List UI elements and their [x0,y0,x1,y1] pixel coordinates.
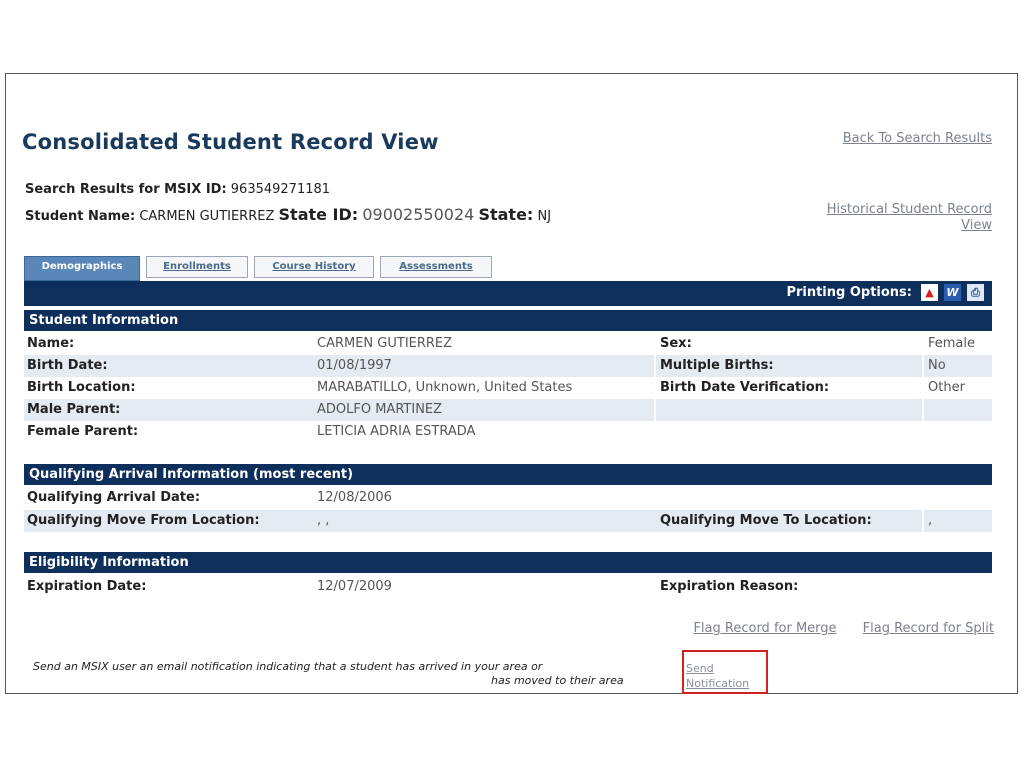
table-row: Qualifying Move From Location: , , Quali… [24,510,992,532]
female-parent-value: LETICIA ADRIA ESTRADA [317,424,476,439]
expiration-date-value: 12/07/2009 [317,579,392,594]
student-summary-line: Student Name: CARMEN GUTIERREZ State ID:… [25,205,551,224]
table-row: Female Parent: LETICIA ADRIA ESTRADA [24,421,992,443]
qualifying-arrival-header: Qualifying Arrival Information (most rec… [24,464,992,485]
notification-text-line1: Send an MSIX user an email notification … [33,660,543,673]
flag-record-for-split-link[interactable]: Flag Record for Split [863,621,994,636]
sex-value: Female [928,336,976,351]
search-results-line: Search Results for MSIX ID: 963549271181 [25,182,330,197]
name-value: CARMEN GUTIERREZ [317,336,453,351]
printing-options-label: Printing Options: [786,285,912,300]
pdf-icon[interactable]: ▲ [921,284,938,301]
word-icon[interactable]: W [944,284,961,301]
birth-date-value: 01/08/1997 [317,358,392,373]
back-to-search-results-link[interactable]: Back To Search Results [843,131,992,146]
table-row: Qualifying Arrival Date: 12/08/2006 [24,487,992,509]
multiple-births-label: Multiple Births: [660,358,774,373]
column-divider [922,510,924,532]
table-row: Male Parent: ADOLFO MARTINEZ [24,399,992,421]
flag-links: Flag Record for Merge Flag Record for Sp… [693,621,994,636]
send-link-line2: Notification [686,677,750,690]
birth-location-label: Birth Location: [27,380,136,395]
historical-student-record-link[interactable]: Historical Student Record View [792,202,992,234]
flag-record-for-merge-link[interactable]: Flag Record for Merge [693,621,836,636]
send-link-line1: Send [686,662,714,675]
male-parent-label: Male Parent: [27,402,121,417]
column-divider [654,399,656,421]
qualifying-arrival-date-label: Qualifying Arrival Date: [27,490,201,505]
tab-assessments[interactable]: Assessments [380,256,492,278]
table-row: Expiration Date: 12/07/2009 Expiration R… [24,576,992,598]
state-id-value: 09002550024 [362,205,475,224]
name-label: Name: [27,336,75,351]
page-title: Consolidated Student Record View [22,130,439,154]
historical-link-line1: Historical Student Record [826,202,992,217]
tab-enrollments[interactable]: Enrollments [146,256,248,278]
print-icon[interactable]: ⎙ [967,284,984,301]
move-to-location-label: Qualifying Move To Location: [660,513,872,528]
msix-id-value: 963549271181 [230,182,331,197]
student-information-header: Student Information [24,310,992,331]
state-id-label: State ID: [278,205,359,224]
printing-options-bar: Printing Options: ▲ W ⎙ [24,281,992,306]
expiration-date-label: Expiration Date: [27,579,147,594]
search-results-label: Search Results for MSIX ID: [25,182,227,197]
birth-location-value: MARABATILLO, Unknown, United States [317,380,573,395]
state-label: State: [478,205,534,224]
female-parent-label: Female Parent: [27,424,139,439]
expiration-reason-label: Expiration Reason: [660,579,799,594]
birth-date-verification-value: Other [928,380,965,395]
move-to-location-value: , [928,513,933,528]
historical-link-line2: View [961,218,992,233]
column-divider [922,399,924,421]
table-row: Name: CARMEN GUTIERREZ Sex: Female [24,333,992,355]
birth-date-verification-label: Birth Date Verification: [660,380,830,395]
column-divider [922,355,924,377]
tab-demographics[interactable]: Demographics [24,256,140,281]
student-name-label: Student Name: [25,209,136,224]
column-divider [654,355,656,377]
move-from-location-label: Qualifying Move From Location: [27,513,260,528]
tab-course-history[interactable]: Course History [254,256,374,278]
notification-instructions: Send an MSIX user an email notification … [33,660,678,688]
eligibility-information-header: Eligibility Information [24,552,992,573]
qualifying-arrival-date-value: 12/08/2006 [317,490,392,505]
table-row: Birth Location: MARABATILLO, Unknown, Un… [24,377,992,399]
state-value: NJ [537,209,552,224]
move-from-location-value: , , [317,513,330,528]
notification-text-line2: has moved to their area [491,674,624,687]
student-name-value: CARMEN GUTIERREZ [139,209,275,224]
multiple-births-value: No [928,358,946,373]
table-row: Birth Date: 01/08/1997 Multiple Births: … [24,355,992,377]
birth-date-label: Birth Date: [27,358,108,373]
send-notification-link[interactable]: Send Notification [686,661,749,691]
male-parent-value: ADOLFO MARTINEZ [317,402,443,417]
sex-label: Sex: [660,336,692,351]
